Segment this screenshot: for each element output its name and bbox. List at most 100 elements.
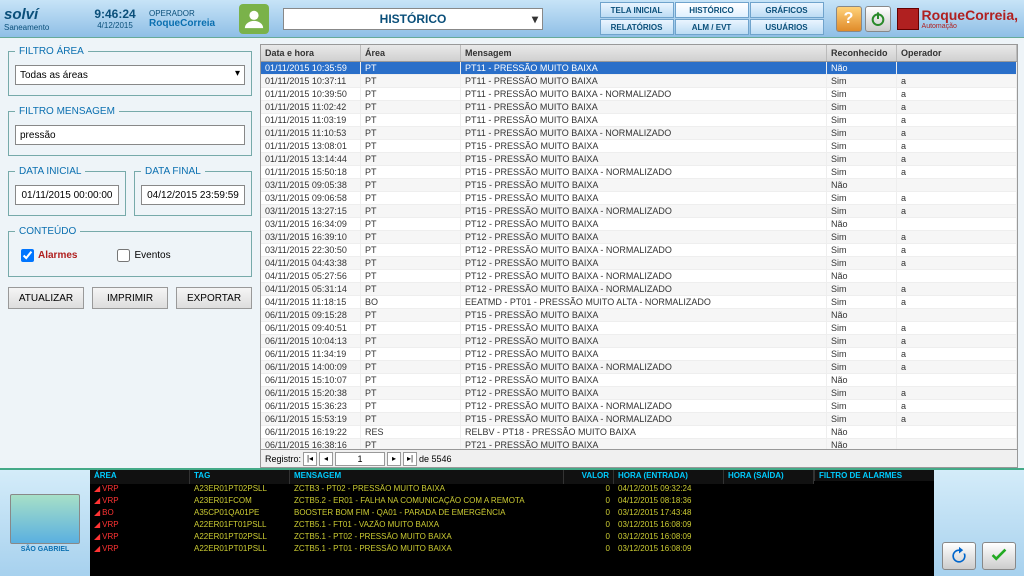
- table-row[interactable]: 06/11/2015 15:53:19PTPT15 - PRESSÃO MUIT…: [261, 413, 1017, 426]
- table-row[interactable]: 06/11/2015 14:00:09PTPT15 - PRESSÃO MUIT…: [261, 361, 1017, 374]
- history-grid: Data e hora Área Mensagem Reconhecido Op…: [260, 44, 1018, 468]
- grid-navigator: Registro: |◂ ◂ ▸ ▸| de 5546: [261, 449, 1017, 467]
- date-initial-legend: DATA INICIAL: [15, 166, 85, 177]
- area-combo[interactable]: [15, 65, 245, 85]
- table-row[interactable]: 03/11/2015 09:06:58PTPT15 - PRESSÃO MUIT…: [261, 192, 1017, 205]
- table-row[interactable]: 04/11/2015 05:27:56PTPT12 - PRESSÃO MUIT…: [261, 270, 1017, 283]
- alarm-row[interactable]: ◢VRPA23ER01FCOMZCTB5.2 - ER01 - FALHA NA…: [90, 496, 814, 508]
- table-row[interactable]: 01/11/2015 13:14:44PTPT15 - PRESSÃO MUIT…: [261, 153, 1017, 166]
- acol-entry: HORA (ENTRADA): [614, 470, 724, 484]
- filter-area-group: FILTRO ÁREA: [8, 46, 252, 96]
- table-row[interactable]: 06/11/2015 16:19:22RESRELBV - PT18 - PRE…: [261, 426, 1017, 439]
- table-row[interactable]: 06/11/2015 11:34:19PTPT12 - PRESSÃO MUIT…: [261, 348, 1017, 361]
- table-row[interactable]: 03/11/2015 16:34:09PTPT12 - PRESSÃO MUIT…: [261, 218, 1017, 231]
- table-row[interactable]: 01/11/2015 10:39:50PTPT11 - PRESSÃO MUIT…: [261, 88, 1017, 101]
- nav-buttons: TELA INICIAL HISTÓRICO GRÁFICOS RELATÓRI…: [600, 2, 830, 35]
- alarm-row[interactable]: ◢VRPA22ER01FT01PSLLZCTB5.1 - FT01 - VAZÃ…: [90, 520, 814, 532]
- table-row[interactable]: 03/11/2015 13:27:15PTPT15 - PRESSÃO MUIT…: [261, 205, 1017, 218]
- table-row[interactable]: 01/11/2015 11:03:19PTPT11 - PRESSÃO MUIT…: [261, 114, 1017, 127]
- alarm-strip: SÃO GABRIEL ÁREA TAG MENSAGEM VALOR HORA…: [0, 468, 1024, 576]
- update-button[interactable]: ATUALIZAR: [8, 287, 84, 309]
- nav-users[interactable]: USUÁRIOS: [750, 19, 824, 35]
- nav-last[interactable]: ▸|: [403, 452, 417, 466]
- table-row[interactable]: 03/11/2015 16:39:10PTPT12 - PRESSÃO MUIT…: [261, 231, 1017, 244]
- header-icons: ?: [836, 6, 891, 32]
- nav-total: de 5546: [419, 454, 452, 464]
- operator-info: OPERADOR RoqueCorreia: [145, 9, 235, 29]
- page-title-combo[interactable]: HISTÓRICO: [283, 8, 543, 30]
- nav-record-input[interactable]: [335, 452, 385, 466]
- user-avatar-icon[interactable]: [239, 4, 269, 34]
- date-final-legend: DATA FINAL: [141, 166, 205, 177]
- grid-body[interactable]: 01/11/2015 10:35:59PTPT11 - PRESSÃO MUIT…: [261, 62, 1017, 449]
- table-row[interactable]: 04/11/2015 05:31:14PTPT12 - PRESSÃO MUIT…: [261, 283, 1017, 296]
- alarm-body[interactable]: ◢VRPA23ER01PT02PSLLZCTB3 - PT02 - PRESSÃ…: [90, 484, 814, 576]
- chk-eventos-box[interactable]: [117, 249, 130, 262]
- col-ack[interactable]: Reconhecido: [827, 45, 897, 61]
- nav-next[interactable]: ▸: [387, 452, 401, 466]
- table-row[interactable]: 06/11/2015 09:40:51PTPT15 - PRESSÃO MUIT…: [261, 322, 1017, 335]
- date-initial-input[interactable]: [15, 185, 119, 205]
- clock: 9:46:24 4/12/2015: [85, 7, 145, 30]
- print-button[interactable]: IMPRIMIR: [92, 287, 168, 309]
- alarm-row[interactable]: ◢VRPA23ER01PT02PSLLZCTB3 - PT02 - PRESSÃ…: [90, 484, 814, 496]
- col-area[interactable]: Área: [361, 45, 461, 61]
- nav-history[interactable]: HISTÓRICO: [675, 2, 749, 18]
- acol-value: VALOR: [564, 470, 614, 484]
- table-row[interactable]: 06/11/2015 15:36:23PTPT12 - PRESSÃO MUIT…: [261, 400, 1017, 413]
- chk-alarmes-box[interactable]: [21, 249, 34, 262]
- alarm-header: ÁREA TAG MENSAGEM VALOR HORA (ENTRADA) H…: [90, 470, 814, 484]
- table-row[interactable]: 01/11/2015 13:08:01PTPT15 - PRESSÃO MUIT…: [261, 140, 1017, 153]
- clock-date: 4/12/2015: [85, 21, 145, 30]
- col-datetime[interactable]: Data e hora: [261, 45, 361, 61]
- alarm-row[interactable]: ◢BOA35CP01QA01PEBOOSTER BOM FIM - QA01 -…: [90, 508, 814, 520]
- grid-header: Data e hora Área Mensagem Reconhecido Op…: [261, 45, 1017, 62]
- table-row[interactable]: 06/11/2015 15:10:07PTPT12 - PRESSÃO MUIT…: [261, 374, 1017, 387]
- alarm-refresh-button[interactable]: [942, 542, 976, 570]
- table-row[interactable]: 06/11/2015 09:15:28PTPT15 - PRESSÃO MUIT…: [261, 309, 1017, 322]
- operator-label: OPERADOR: [149, 9, 235, 18]
- date-final-group: DATA FINAL: [134, 166, 252, 216]
- content-legend: CONTEÚDO: [15, 226, 80, 237]
- nav-prev[interactable]: ◂: [319, 452, 333, 466]
- table-row[interactable]: 06/11/2015 15:20:38PTPT12 - PRESSÃO MUIT…: [261, 387, 1017, 400]
- power-icon[interactable]: [865, 6, 891, 32]
- table-row[interactable]: 01/11/2015 10:37:11PTPT11 - PRESSÃO MUIT…: [261, 75, 1017, 88]
- table-row[interactable]: 01/11/2015 15:50:18PTPT15 - PRESSÃO MUIT…: [261, 166, 1017, 179]
- logo-subtext: Saneamento: [4, 23, 81, 32]
- table-row[interactable]: 01/11/2015 11:10:53PTPT11 - PRESSÃO MUIT…: [261, 127, 1017, 140]
- acol-exit: HORA (SAÍDA): [724, 470, 814, 484]
- table-row[interactable]: 01/11/2015 10:35:59PTPT11 - PRESSÃO MUIT…: [261, 62, 1017, 75]
- date-initial-group: DATA INICIAL: [8, 166, 126, 216]
- nav-label: Registro:: [265, 454, 301, 464]
- table-row[interactable]: 04/11/2015 04:43:38PTPT12 - PRESSÃO MUIT…: [261, 257, 1017, 270]
- table-row[interactable]: 06/11/2015 10:04:13PTPT12 - PRESSÃO MUIT…: [261, 335, 1017, 348]
- alarm-table: ÁREA TAG MENSAGEM VALOR HORA (ENTRADA) H…: [90, 470, 814, 576]
- nav-home[interactable]: TELA INICIAL: [600, 2, 674, 18]
- table-row[interactable]: 04/11/2015 11:18:15BOEEATMD - PT01 - PRE…: [261, 296, 1017, 309]
- col-message[interactable]: Mensagem: [461, 45, 827, 61]
- table-row[interactable]: 01/11/2015 11:02:42PTPT11 - PRESSÃO MUIT…: [261, 101, 1017, 114]
- nav-first[interactable]: |◂: [303, 452, 317, 466]
- chk-eventos[interactable]: Eventos: [117, 249, 170, 262]
- table-row[interactable]: 06/11/2015 16:38:16PTPT21 - PRESSÃO MUIT…: [261, 439, 1017, 449]
- alarm-filter-header[interactable]: FILTRO DE ALARMES: [814, 470, 934, 481]
- chk-alarmes[interactable]: Alarmes: [21, 249, 77, 262]
- nav-reports[interactable]: RELATÓRIOS: [600, 19, 674, 35]
- nav-graphics[interactable]: GRÁFICOS: [750, 2, 824, 18]
- message-filter-input[interactable]: [15, 125, 245, 145]
- table-row[interactable]: 03/11/2015 09:05:38PTPT15 - PRESSÃO MUIT…: [261, 179, 1017, 192]
- page-title: HISTÓRICO: [380, 12, 447, 26]
- export-button[interactable]: EXPORTAR: [176, 287, 252, 309]
- table-row[interactable]: 03/11/2015 22:30:50PTPT12 - PRESSÃO MUIT…: [261, 244, 1017, 257]
- alarm-row[interactable]: ◢VRPA22ER01PT02PSLLZCTB5.1 - PT02 - PRES…: [90, 532, 814, 544]
- alarm-row[interactable]: ◢VRPA22ER01PT01PSLLZCTB5.1 - PT01 - PRES…: [90, 544, 814, 556]
- help-icon[interactable]: ?: [836, 6, 862, 32]
- filter-area-legend: FILTRO ÁREA: [15, 46, 88, 57]
- nav-alm-evt[interactable]: ALM / EVT: [675, 19, 749, 35]
- main-area: FILTRO ÁREA FILTRO MENSAGEM DATA INICIAL…: [0, 38, 1024, 468]
- alarm-ack-button[interactable]: [982, 542, 1016, 570]
- col-operator[interactable]: Operador: [897, 45, 1017, 61]
- date-final-input[interactable]: [141, 185, 245, 205]
- logo-text: solví: [4, 6, 38, 23]
